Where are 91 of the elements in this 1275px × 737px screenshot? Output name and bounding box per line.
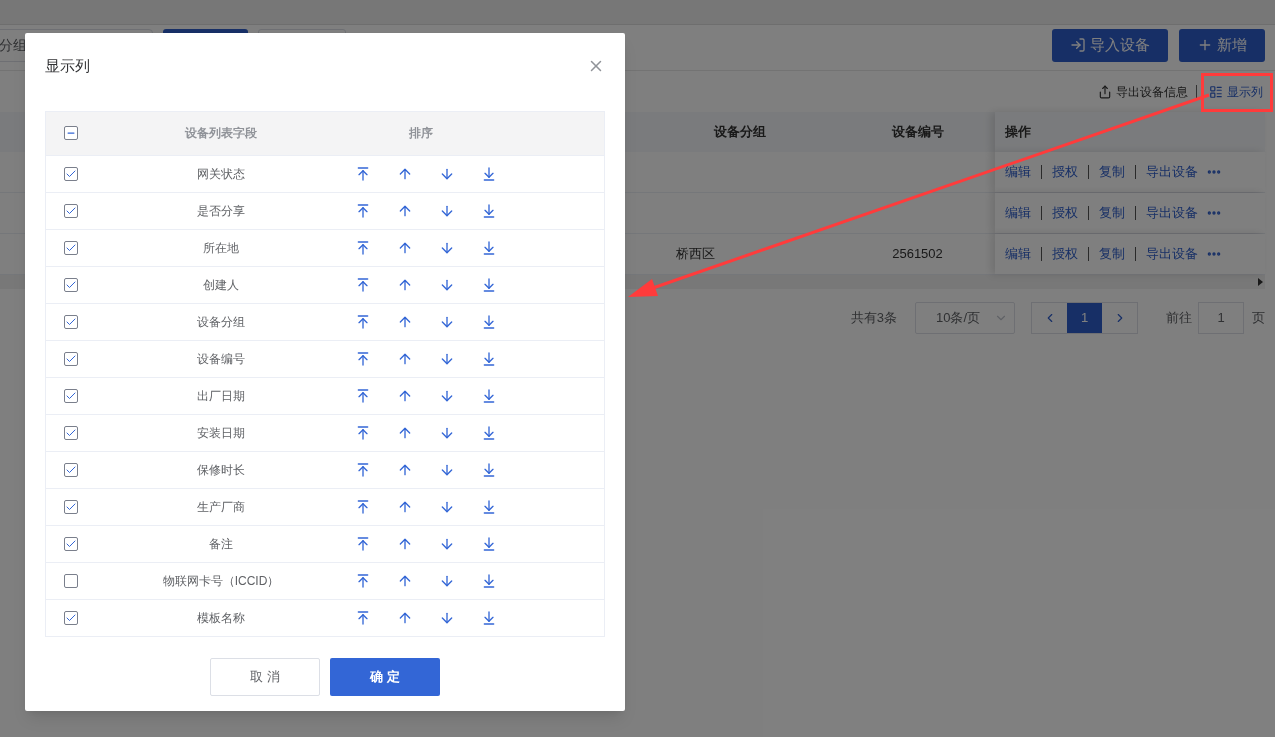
field-label: 所在地 xyxy=(203,240,239,255)
field-label: 网关状态 xyxy=(197,166,245,181)
import-icon xyxy=(1070,37,1086,53)
move-bottom-icon[interactable] xyxy=(481,461,497,478)
field-label: 出厂日期 xyxy=(197,388,245,403)
move-bottom-icon[interactable] xyxy=(481,165,497,182)
action-link[interactable]: 编辑 xyxy=(1005,203,1031,223)
move-bottom-icon[interactable] xyxy=(481,350,497,367)
import-button[interactable]: 导入设备 xyxy=(1052,28,1168,62)
highlight-frame xyxy=(1201,73,1273,112)
export-icon xyxy=(1098,84,1112,99)
column-header: 设备列表字段 xyxy=(185,126,257,140)
action-link[interactable]: 编辑 xyxy=(1005,162,1031,182)
checkbox[interactable] xyxy=(64,536,78,551)
move-top-icon[interactable] xyxy=(355,424,371,441)
move-bottom-icon[interactable] xyxy=(481,276,497,293)
column-list-icon xyxy=(1209,84,1223,99)
action-link[interactable]: 导出设备 xyxy=(1146,162,1198,182)
field-label: 模板名称 xyxy=(197,610,245,625)
export-info-link[interactable]: 导出设备信息 xyxy=(1098,82,1188,101)
action-link[interactable]: 复制 xyxy=(1099,244,1125,264)
page-unit-label: 页 xyxy=(1252,309,1265,328)
add-button[interactable]: 新增 xyxy=(1179,28,1265,62)
checkbox[interactable] xyxy=(64,314,78,329)
move-top-icon[interactable] xyxy=(355,202,371,219)
action-link[interactable]: 授权 xyxy=(1052,203,1078,223)
move-bottom-icon[interactable] xyxy=(481,535,497,552)
move-top-icon[interactable] xyxy=(355,498,371,515)
action-link[interactable]: 编辑 xyxy=(1005,244,1031,264)
action-link[interactable]: 授权 xyxy=(1052,244,1078,264)
move-top-icon[interactable] xyxy=(355,276,371,293)
action-link[interactable]: 复制 xyxy=(1099,162,1125,182)
field-label: 保修时长 xyxy=(197,462,245,477)
column-header: 设备分组 xyxy=(713,123,767,142)
checkbox[interactable] xyxy=(64,351,78,366)
column-header: 排序 xyxy=(409,126,433,140)
total-count: 共有3条 xyxy=(850,309,897,328)
checkbox[interactable] xyxy=(64,166,78,181)
move-top-icon[interactable] xyxy=(355,572,371,589)
page-button[interactable]: 1 xyxy=(1067,303,1102,333)
plus-icon xyxy=(1197,37,1213,53)
goto-page-field[interactable]: 1 xyxy=(1198,302,1244,334)
action-link[interactable]: 授权 xyxy=(1052,162,1078,182)
page-size-select[interactable]: 10条/页 xyxy=(915,302,1015,334)
move-bottom-icon[interactable] xyxy=(481,313,497,330)
move-top-icon[interactable] xyxy=(355,535,371,552)
checkbox[interactable] xyxy=(64,425,78,440)
confirm-button[interactable]: 确 定 xyxy=(330,657,440,696)
column-header: 设备编号 xyxy=(890,123,945,142)
scroll-right-icon[interactable] xyxy=(1258,278,1263,286)
field-label: 设备分组 xyxy=(197,314,245,329)
checkbox[interactable] xyxy=(64,277,78,292)
action-link[interactable]: 导出设备 xyxy=(1146,244,1198,264)
move-top-icon[interactable] xyxy=(355,313,371,330)
table-cell: 2561502 xyxy=(892,246,943,262)
move-top-icon[interactable] xyxy=(355,165,371,182)
move-top-icon[interactable] xyxy=(355,609,371,626)
dialog-title: 显示列 xyxy=(45,56,90,76)
table-cell: 桥西区 xyxy=(675,246,715,262)
move-bottom-icon[interactable] xyxy=(481,202,497,219)
checkbox[interactable] xyxy=(64,203,78,218)
goto-label: 前往 xyxy=(1166,309,1192,328)
action-link[interactable]: 复制 xyxy=(1099,203,1125,223)
field-label: 是否分享 xyxy=(197,203,245,218)
column-header: 操作 xyxy=(995,112,1265,152)
field-label: 生产厂商 xyxy=(197,499,245,514)
checkbox[interactable] xyxy=(64,610,78,625)
move-top-icon[interactable] xyxy=(355,387,371,404)
checkbox[interactable] xyxy=(64,462,78,477)
checkbox[interactable] xyxy=(64,126,78,140)
move-top-icon[interactable] xyxy=(355,350,371,367)
move-bottom-icon[interactable] xyxy=(481,572,497,589)
show-columns-link[interactable]: 显示列 xyxy=(1209,82,1263,101)
move-top-icon[interactable] xyxy=(355,239,371,256)
field-label: 安装日期 xyxy=(197,425,245,440)
field-label: 创建人 xyxy=(203,277,239,292)
move-bottom-icon[interactable] xyxy=(481,424,497,441)
cancel-button[interactable]: 取 消 xyxy=(210,657,320,696)
move-bottom-icon[interactable] xyxy=(481,609,497,626)
field-label: 备注 xyxy=(209,536,233,551)
action-link[interactable]: 导出设备 xyxy=(1146,203,1198,223)
checkbox[interactable] xyxy=(64,240,78,255)
field-label: 设备编号 xyxy=(197,351,245,366)
field-label: 物联网卡号（ICCID） xyxy=(162,573,280,588)
checkbox[interactable] xyxy=(64,573,78,588)
checkbox[interactable] xyxy=(64,388,78,403)
move-bottom-icon[interactable] xyxy=(481,239,497,256)
move-top-icon[interactable] xyxy=(355,461,371,478)
checkbox[interactable] xyxy=(64,499,78,514)
move-bottom-icon[interactable] xyxy=(481,498,497,515)
move-bottom-icon[interactable] xyxy=(481,387,497,404)
